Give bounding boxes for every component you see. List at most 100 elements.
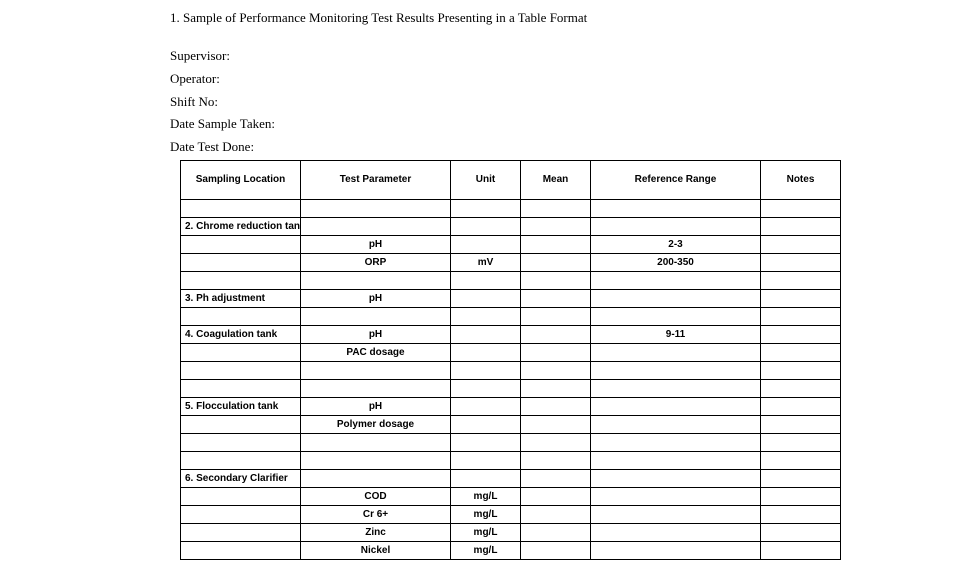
cell-ref (591, 487, 761, 505)
cell-unit (451, 379, 521, 397)
col-reference-range: Reference Range (591, 160, 761, 199)
cell-param: PAC dosage (301, 343, 451, 361)
col-sampling-location: Sampling Location (181, 160, 301, 199)
cell-unit (451, 361, 521, 379)
cell-mean (521, 469, 591, 487)
table-row (181, 451, 841, 469)
table-row: 3. Ph adjustmentpH (181, 289, 841, 307)
cell-ref (591, 433, 761, 451)
cell-loc (181, 433, 301, 451)
col-test-parameter: Test Parameter (301, 160, 451, 199)
cell-ref (591, 379, 761, 397)
cell-notes (761, 217, 841, 235)
cell-loc (181, 235, 301, 253)
table-row: ORPmV200-350 (181, 253, 841, 271)
cell-mean (521, 505, 591, 523)
cell-ref (591, 415, 761, 433)
cell-ref (591, 289, 761, 307)
table-body: 2. Chrome reduction tankpH2-3ORPmV200-35… (181, 199, 841, 559)
cell-param (301, 199, 451, 217)
cell-unit: mg/L (451, 541, 521, 559)
cell-notes (761, 253, 841, 271)
cell-param: Cr 6+ (301, 505, 451, 523)
cell-mean (521, 361, 591, 379)
cell-notes (761, 415, 841, 433)
cell-loc (181, 199, 301, 217)
cell-loc (181, 379, 301, 397)
cell-mean (521, 415, 591, 433)
cell-mean (521, 343, 591, 361)
cell-notes (761, 487, 841, 505)
cell-loc: 6. Secondary Clarifier (181, 469, 301, 487)
cell-param: pH (301, 397, 451, 415)
cell-loc (181, 361, 301, 379)
cell-unit: mg/L (451, 487, 521, 505)
meta-date-done: Date Test Done: (170, 137, 960, 158)
cell-ref (591, 199, 761, 217)
cell-ref (591, 271, 761, 289)
cell-notes (761, 199, 841, 217)
col-notes: Notes (761, 160, 841, 199)
cell-mean (521, 289, 591, 307)
cell-ref (591, 505, 761, 523)
cell-unit (451, 289, 521, 307)
cell-notes (761, 541, 841, 559)
cell-ref (591, 541, 761, 559)
cell-loc (181, 307, 301, 325)
meta-date-sample: Date Sample Taken: (170, 114, 960, 135)
cell-notes (761, 397, 841, 415)
cell-unit (451, 325, 521, 343)
cell-ref (591, 469, 761, 487)
table-row: Zincmg/L (181, 523, 841, 541)
col-unit: Unit (451, 160, 521, 199)
cell-mean (521, 217, 591, 235)
table-row: pH2-3 (181, 235, 841, 253)
cell-ref: 200-350 (591, 253, 761, 271)
cell-ref (591, 397, 761, 415)
cell-param: pH (301, 235, 451, 253)
cell-unit: mg/L (451, 505, 521, 523)
table-row: 4. Coagulation tankpH9-11 (181, 325, 841, 343)
cell-unit (451, 199, 521, 217)
cell-param: pH (301, 289, 451, 307)
cell-param: pH (301, 325, 451, 343)
cell-notes (761, 361, 841, 379)
cell-notes (761, 505, 841, 523)
cell-unit (451, 469, 521, 487)
table-row (181, 199, 841, 217)
cell-loc (181, 343, 301, 361)
cell-mean (521, 253, 591, 271)
cell-unit (451, 397, 521, 415)
cell-ref (591, 361, 761, 379)
table-row: CODmg/L (181, 487, 841, 505)
cell-param (301, 469, 451, 487)
cell-unit (451, 415, 521, 433)
cell-mean (521, 523, 591, 541)
meta-shift-no: Shift No: (170, 92, 960, 113)
table-row (181, 271, 841, 289)
col-mean: Mean (521, 160, 591, 199)
cell-param: Polymer dosage (301, 415, 451, 433)
cell-loc (181, 541, 301, 559)
cell-unit: mg/L (451, 523, 521, 541)
cell-unit (451, 451, 521, 469)
cell-mean (521, 397, 591, 415)
cell-ref (591, 343, 761, 361)
cell-unit (451, 217, 521, 235)
cell-param: Zinc (301, 523, 451, 541)
table-row (181, 361, 841, 379)
cell-unit (451, 307, 521, 325)
table-row: 5. Flocculation tankpH (181, 397, 841, 415)
cell-notes (761, 433, 841, 451)
cell-loc (181, 253, 301, 271)
cell-notes (761, 235, 841, 253)
cell-mean (521, 271, 591, 289)
cell-mean (521, 487, 591, 505)
table-row (181, 379, 841, 397)
cell-param (301, 271, 451, 289)
table-row: 2. Chrome reduction tank (181, 217, 841, 235)
cell-param: ORP (301, 253, 451, 271)
cell-unit (451, 343, 521, 361)
table-header-row: Sampling Location Test Parameter Unit Me… (181, 160, 841, 199)
cell-unit (451, 271, 521, 289)
